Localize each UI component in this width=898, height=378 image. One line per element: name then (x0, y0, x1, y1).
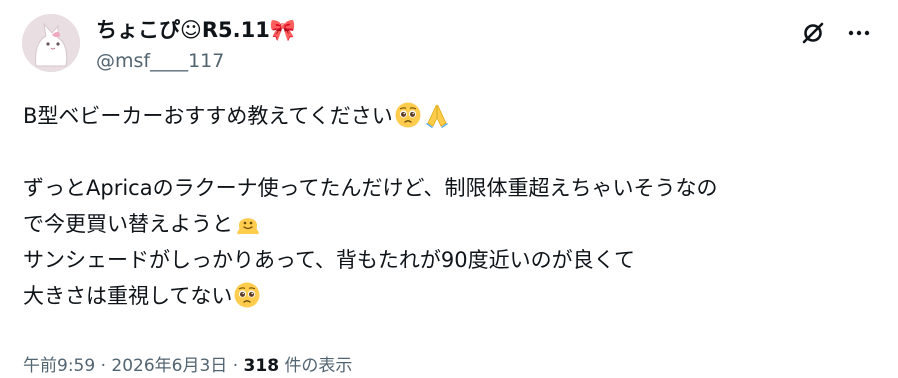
cat-avatar-icon (22, 14, 80, 72)
meta-separator: · (232, 356, 239, 376)
timestamp-link[interactable]: 午前9:59 · 2026年6月3日 (23, 356, 227, 376)
grok-icon (802, 22, 824, 44)
pleading-face-icon (394, 101, 422, 129)
pleading-face-icon (233, 281, 261, 309)
more-icon (848, 30, 870, 36)
avatar[interactable] (22, 14, 80, 72)
post-date: 2026年6月3日 (111, 356, 228, 376)
ribbon-emoji: 🎀 (269, 18, 297, 42)
views-count: 318 (243, 356, 280, 376)
post-time: 午前9:59 (23, 356, 96, 376)
tweet-meta: 午前9:59 · 2026年6月3日 · 318 件の表示 (23, 354, 352, 378)
tweet-line-1: B型ベビーカーおすすめ教えてください (23, 98, 883, 134)
meta-separator: · (100, 356, 106, 376)
tweet-text: B型ベビーカーおすすめ教えてください ずっとApricaのラクーナ使ってたんだけ… (23, 98, 883, 314)
more-options-button[interactable] (842, 16, 876, 50)
tweet-line-2: ずっとApricaのラクーナ使ってたんだけど、制限体重超えちゃいそうなの (23, 176, 718, 200)
folded-hands-icon (423, 101, 451, 129)
display-name[interactable]: ちょこぴ☺R5.11🎀 (96, 16, 296, 44)
views-label: 件の表示 (284, 356, 353, 376)
display-name-text: ちょこぴ☺R5.11 (96, 18, 270, 42)
user-handle[interactable]: @msf____117 (96, 48, 224, 74)
tweet-line-5: 大きさは重視してない (23, 278, 883, 314)
tweet-line-4: サンシェードがしっかりあって、背もたれが90度近いのが良くて (23, 248, 635, 272)
tweet-line-3: で今更買い替えようと (23, 206, 883, 242)
melting-face-icon (234, 209, 262, 237)
grok-button[interactable] (796, 16, 830, 50)
